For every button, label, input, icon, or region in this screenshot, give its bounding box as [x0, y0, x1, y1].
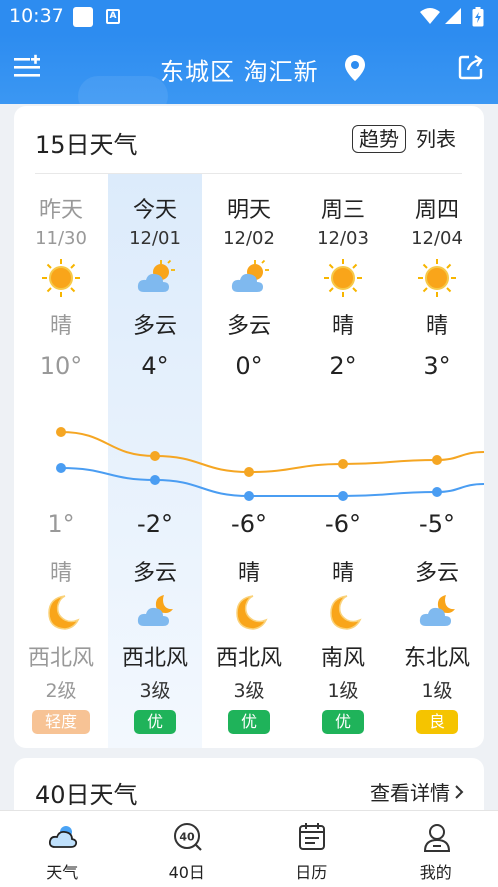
status-bar: 10:37 A — [0, 0, 498, 34]
nav-label: 日历 — [295, 863, 328, 882]
day-condition: 多云 — [132, 314, 177, 339]
wind-direction: 南风 — [320, 646, 365, 671]
tab-trend[interactable]: 趋势 — [352, 125, 406, 153]
low-temp-point — [56, 463, 66, 473]
profile-icon — [423, 824, 450, 852]
header-cloud-decoration — [78, 76, 168, 104]
forty-day-title: 40日天气 — [35, 781, 138, 809]
wind-direction: 西北风 — [121, 646, 188, 671]
nav-item-weather[interactable]: 天气 — [0, 811, 125, 887]
view-details-link[interactable]: 查看详情 — [370, 777, 464, 806]
temperature-chart — [56, 427, 484, 501]
high-temp-point — [338, 459, 348, 469]
sun-icon — [323, 258, 363, 298]
day-name: 今天 — [132, 198, 177, 223]
svg-text:40: 40 — [179, 831, 195, 844]
wind-level: 3级 — [139, 680, 171, 702]
nav-item-profile[interactable]: 我的 — [374, 811, 498, 887]
day-name: 周三 — [320, 198, 365, 223]
low-temp-point — [338, 491, 348, 501]
wifi-signal-icon — [420, 8, 461, 24]
low-temp-point — [244, 491, 254, 501]
day-name: 昨天 — [38, 198, 83, 223]
day-date: 12/01 — [129, 228, 181, 249]
night-condition: 多云 — [132, 561, 177, 586]
night-condition: 晴 — [331, 561, 354, 586]
day-condition: 晴 — [49, 314, 72, 339]
high-temp-point — [244, 467, 254, 477]
cloudy-night-icon — [417, 592, 457, 632]
status-time: 10:37 — [9, 5, 64, 27]
partly-cloudy-icon — [135, 258, 175, 298]
day-name: 明天 — [226, 198, 271, 223]
moon-icon — [229, 592, 269, 632]
battery-icon — [472, 7, 484, 27]
view-toggle: 趋势 列表 — [352, 125, 456, 153]
aqi-badge: 优 — [228, 710, 270, 734]
wind-direction: 西北风 — [215, 646, 282, 671]
wind-level: 2级 — [45, 680, 77, 702]
nav-label: 天气 — [46, 863, 79, 882]
forty-day-icon: 40 — [173, 823, 202, 851]
low-temp-point — [432, 487, 442, 497]
high-temp-point — [56, 427, 66, 437]
day-date: 12/02 — [223, 228, 275, 249]
moon-icon — [41, 592, 81, 632]
chevron-right-icon — [455, 784, 464, 799]
wind-level: 1级 — [421, 680, 453, 702]
day-date: 12/04 — [411, 228, 463, 249]
cloudy-night-icon — [135, 592, 175, 632]
forecast-title: 15日天气 — [35, 131, 138, 159]
night-condition: 晴 — [237, 561, 260, 586]
notification-icon — [73, 7, 93, 27]
view-details-label: 查看详情 — [370, 781, 450, 805]
tab-list[interactable]: 列表 — [416, 126, 456, 152]
high-temp: 2° — [329, 352, 357, 380]
moon-icon — [323, 592, 363, 632]
day-name: 周四 — [414, 198, 459, 223]
high-temp: 4° — [141, 352, 169, 380]
high-temp-point — [432, 455, 442, 465]
nav-label: 40日 — [168, 863, 205, 882]
location-pin-icon[interactable] — [344, 54, 366, 82]
app-header: 东城区 淘汇新 — [0, 34, 498, 104]
forecast-15-day-card: 15日天气 趋势 列表 昨天 11/30 晴 10° 1° 晴西北风 2级 轻度 今天 12/01… — [14, 106, 484, 748]
forecast-40-day-card: 40日天气 查看详情 — [14, 758, 484, 818]
partly-cloudy-icon — [229, 258, 269, 298]
sun-icon — [417, 258, 457, 298]
day-condition: 晴 — [425, 314, 448, 339]
nav-label: 我的 — [419, 863, 452, 882]
day-condition: 多云 — [226, 314, 271, 339]
high-temp-line — [60, 431, 484, 474]
a-notification-icon: A — [106, 9, 120, 24]
high-temp: 0° — [235, 352, 263, 380]
wind-level: 1级 — [327, 680, 359, 702]
wind-level: 3级 — [233, 680, 265, 702]
night-condition: 晴 — [49, 561, 72, 586]
weather-icon — [48, 826, 78, 848]
aqi-badge: 优 — [134, 710, 176, 734]
day-condition: 晴 — [331, 314, 354, 339]
share-icon[interactable] — [458, 54, 484, 80]
high-temp: 3° — [423, 352, 451, 380]
bottom-nav: 天气 40 40日 日历 我的 — [0, 810, 498, 887]
aqi-badge: 优 — [322, 710, 364, 734]
calendar-icon — [299, 823, 325, 850]
high-temp-point — [150, 451, 160, 461]
nav-item-calendar[interactable]: 日历 — [249, 811, 374, 887]
low-temp-point — [150, 475, 160, 485]
day-date: 12/03 — [317, 228, 369, 249]
night-condition: 多云 — [414, 561, 459, 586]
nav-item-forty-day[interactable]: 40 40日 — [125, 811, 250, 887]
high-temp: 10° — [39, 352, 83, 380]
aqi-badge: 轻度 — [32, 710, 90, 734]
day-date: 11/30 — [35, 228, 87, 249]
sun-icon — [41, 258, 81, 298]
low-temp-line — [60, 467, 484, 497]
wind-direction: 西北风 — [27, 646, 94, 671]
location-title[interactable]: 东城区 淘汇新 — [160, 52, 340, 87]
wind-direction: 东北风 — [403, 646, 470, 671]
aqi-badge: 良 — [416, 710, 458, 734]
city-manage-icon[interactable] — [14, 54, 42, 80]
